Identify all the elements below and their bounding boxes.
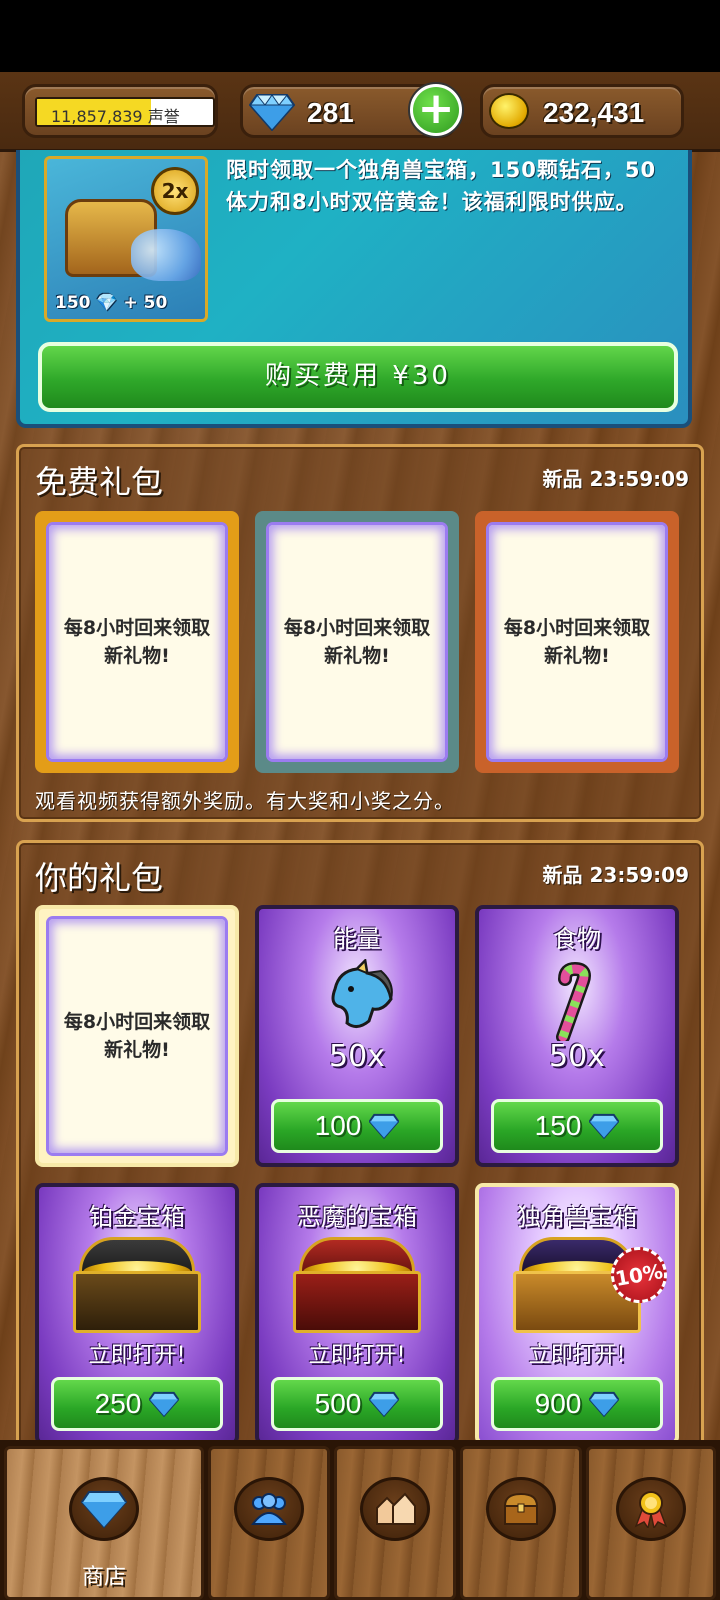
gem-icon: [589, 1391, 620, 1417]
buy-food-button[interactable]: 150: [491, 1099, 663, 1153]
free-gift-text: 每8小时回来领取新礼物!: [269, 525, 445, 759]
platinum-chest-icon: [73, 1237, 201, 1333]
price-value: 100: [314, 1110, 362, 1141]
gold-coin-icon: [489, 93, 529, 129]
buy-platinum-chest-button[interactable]: 250: [51, 1377, 223, 1431]
item-quantity: 50x: [549, 1039, 605, 1074]
tab-shop[interactable]: 商店: [4, 1446, 204, 1600]
your-gifts-title: 你的礼包: [35, 859, 164, 897]
video-bonus-note: 观看视频获得额外奖励。有大奖和小奖之分。: [35, 789, 455, 813]
your-gifts-timer: 新品 23:59:09: [542, 863, 689, 887]
tab-achievements[interactable]: [586, 1446, 716, 1600]
gold-count: 232,431: [543, 97, 645, 128]
promo-image: 2x 150 💎 + 50: [44, 156, 208, 322]
open-now-label: 立即打开!: [88, 1343, 186, 1368]
free-gift-text: 每8小时回来领取新礼物!: [489, 525, 665, 759]
promo-description: 限时领取一个独角兽宝箱，150颗钻石，50体力和8小时双倍黄金！该福利限时供应。: [226, 158, 657, 214]
open-now-label: 立即打开!: [528, 1343, 626, 1368]
price-value: 150: [534, 1110, 582, 1141]
price-value: 900: [534, 1388, 582, 1419]
price-value: 500: [314, 1388, 362, 1419]
price-value: 250: [94, 1388, 142, 1419]
double-gold-badge: 2x: [151, 167, 199, 215]
reputation-pill[interactable]: 11,857,839 声誉: [22, 84, 218, 138]
candy-cane-icon: [556, 961, 591, 1041]
free-gift-card[interactable]: 每8小时回来领取新礼物!: [255, 511, 459, 773]
free-gift-text: 每8小时回来领取新礼物!: [49, 525, 225, 759]
status-bar: 11,857,839 声誉 281 + 232,431: [0, 72, 720, 152]
item-name: 独角兽宝箱: [517, 1203, 637, 1231]
shop-item-platinum-chest[interactable]: 铂金宝箱 立即打开! 250: [35, 1183, 239, 1445]
your-gifts-panel: 你的礼包 新品 23:59:09 每8小时回来领取新礼物! 能量 50x 100…: [16, 840, 704, 1450]
plus-icon: +: [413, 87, 459, 133]
gold-pill[interactable]: 232,431: [480, 84, 684, 138]
buy-unicorn-chest-button[interactable]: 900: [491, 1377, 663, 1431]
shop-item-food[interactable]: 食物 50x 150: [475, 905, 679, 1167]
gem-icon: [589, 1113, 620, 1139]
gem-icon: [369, 1391, 400, 1417]
item-name: 恶魔的宝箱: [297, 1203, 417, 1231]
gems-count: 281: [307, 97, 354, 128]
your-gift-card[interactable]: 每8小时回来领取新礼物!: [35, 905, 239, 1167]
open-now-label: 立即打开!: [308, 1343, 406, 1368]
item-quantity: 50x: [329, 1039, 385, 1074]
gem-icon: [249, 94, 295, 131]
promo-panel: 2x 150 💎 + 50 限时领取一个独角兽宝箱，150颗钻石，50体力和8小…: [16, 150, 692, 428]
demon-chest-icon: [293, 1237, 421, 1333]
promo-image-caption: 150 💎 + 50: [55, 293, 168, 313]
tab-buildings[interactable]: [334, 1446, 456, 1600]
people-icon: [234, 1477, 304, 1541]
free-gift-card[interactable]: 每8小时回来领取新礼物!: [475, 511, 679, 773]
buy-button[interactable]: 购买费用 ¥30: [38, 342, 678, 412]
shop-item-unicorn-chest[interactable]: 独角兽宝箱 10% 立即打开! 900: [475, 1183, 679, 1445]
reputation-text: 11,857,839 声誉: [51, 107, 180, 126]
buildings-icon: [360, 1477, 430, 1541]
item-name: 能量: [333, 925, 381, 953]
gems-icon: [69, 1477, 139, 1541]
tab-friends[interactable]: [208, 1446, 330, 1600]
gem-icon: [149, 1391, 180, 1417]
tab-inventory[interactable]: [460, 1446, 582, 1600]
free-gifts-panel: 免费礼包 新品 23:59:09 每8小时回来领取新礼物! 每8小时回来领取新礼…: [16, 444, 704, 822]
free-gifts-title: 免费礼包: [35, 463, 164, 501]
add-gems-button[interactable]: +: [408, 82, 464, 138]
shop-item-energy[interactable]: 能量 50x 100: [255, 905, 459, 1167]
buy-energy-button[interactable]: 100: [271, 1099, 443, 1153]
chest-icon: [486, 1477, 556, 1541]
shop-item-demon-chest[interactable]: 恶魔的宝箱 立即打开! 500: [255, 1183, 459, 1445]
tab-shop-label: 商店: [81, 1565, 126, 1590]
your-gift-text: 每8小时回来领取新礼物!: [49, 919, 225, 1153]
free-gift-card[interactable]: 每8小时回来领取新礼物!: [35, 511, 239, 773]
free-gifts-timer: 新品 23:59:09: [542, 467, 689, 491]
reputation-bar: 11,857,839 声誉: [35, 97, 215, 127]
gem-icon: [369, 1113, 400, 1139]
medal-icon: [616, 1477, 686, 1541]
buy-demon-chest-button[interactable]: 500: [271, 1377, 443, 1431]
unicorn-icon: [331, 959, 393, 1028]
item-name: 食物: [553, 925, 601, 953]
gem-pile-icon: [131, 229, 201, 281]
bottom-nav: 商店: [0, 1440, 720, 1600]
item-name: 铂金宝箱: [89, 1203, 185, 1231]
